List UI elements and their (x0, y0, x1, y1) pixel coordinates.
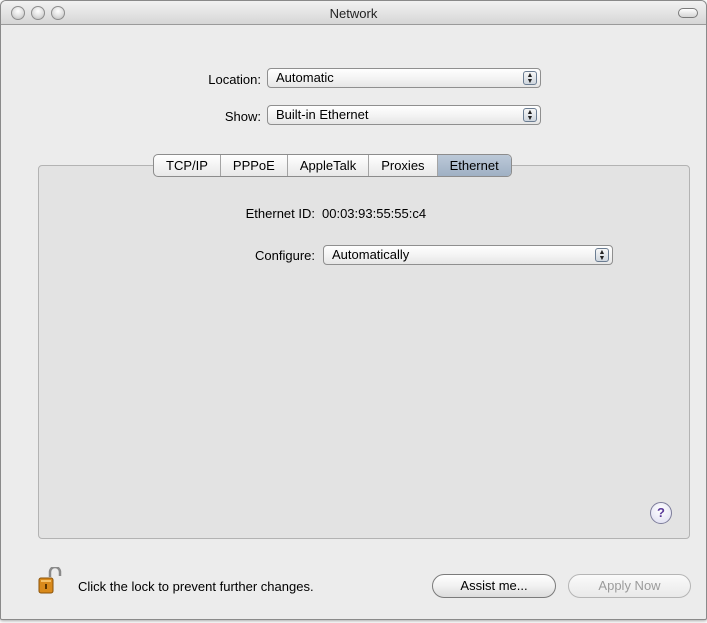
ethernet-id-label: Ethernet ID: (245, 206, 315, 221)
updown-arrows-icon: ▲ ▼ (523, 108, 537, 122)
updown-arrows-icon: ▲ ▼ (523, 71, 537, 85)
tab-bar: TCP/IP PPPoE AppleTalk Proxies Ethernet (153, 154, 512, 177)
location-popup[interactable]: Automatic ▲ ▼ (267, 68, 541, 88)
help-icon[interactable]: ? (650, 502, 672, 524)
padlock-open-icon[interactable] (38, 567, 62, 595)
location-value: Automatic (276, 70, 334, 85)
location-label: Location: (208, 72, 261, 87)
configure-popup[interactable]: Automatically ▲ ▼ (323, 245, 613, 265)
tab-appletalk[interactable]: AppleTalk (288, 155, 370, 176)
tab-ethernet[interactable]: Ethernet (437, 155, 511, 176)
window-title: Network (329, 6, 378, 21)
tab-panel (38, 165, 690, 539)
tab-proxies[interactable]: Proxies (369, 155, 438, 176)
show-value: Built-in Ethernet (276, 107, 369, 122)
configure-label: Configure: (255, 248, 315, 263)
toolbar-toggle-button[interactable] (678, 8, 698, 18)
tab-pppoe[interactable]: PPPoE (221, 155, 288, 176)
tab-tcpip[interactable]: TCP/IP (154, 155, 221, 176)
title-bar[interactable]: Network (1, 1, 706, 25)
show-label: Show: (224, 109, 261, 124)
lock-message: Click the lock to prevent further change… (78, 579, 314, 594)
assist-me-button[interactable]: Assist me... (432, 574, 556, 598)
show-popup[interactable]: Built-in Ethernet ▲ ▼ (267, 105, 541, 125)
ethernet-id-value: 00:03:93:55:55:c4 (322, 206, 427, 221)
apply-now-button[interactable]: Apply Now (568, 574, 691, 598)
updown-arrows-icon: ▲ ▼ (595, 248, 609, 262)
network-window: Network Location: Automatic ▲ ▼ Show: Bui… (0, 0, 707, 620)
configure-value: Automatically (332, 247, 410, 262)
